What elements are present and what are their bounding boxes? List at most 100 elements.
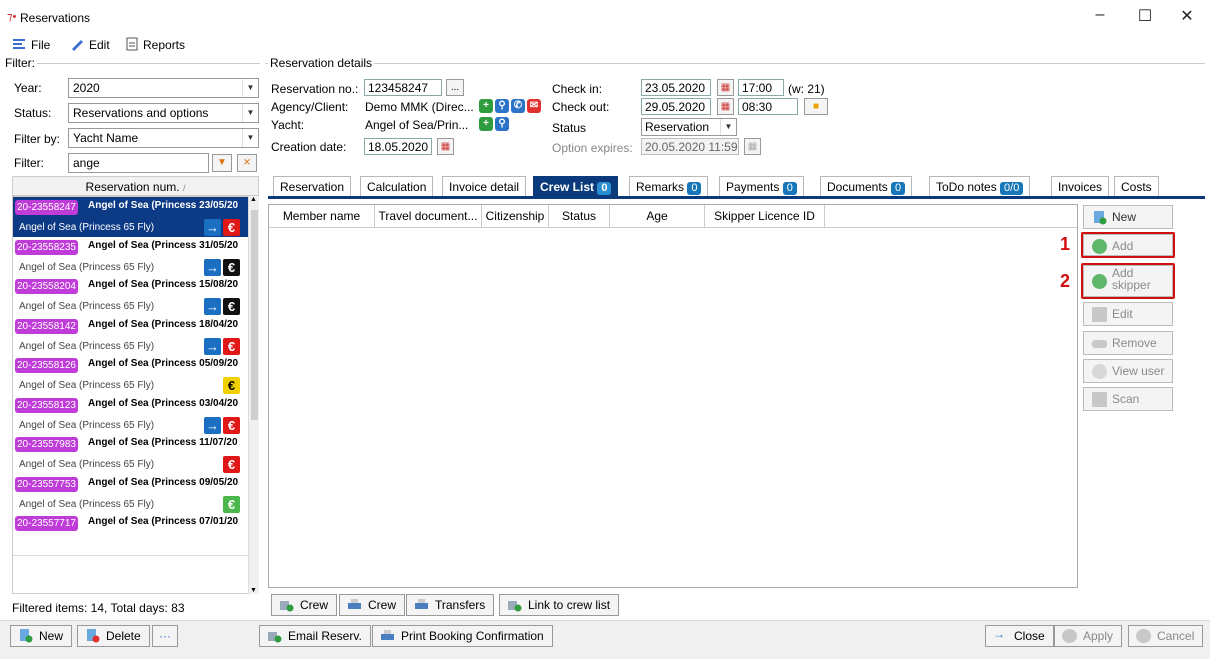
list-item[interactable]: 20-23558123 Angel of Sea (Princess 03/04/… [13, 394, 248, 438]
tab-invoice-detail[interactable]: Invoice detail [442, 176, 527, 197]
calendar-icon[interactable]: ▦ [717, 98, 734, 115]
search-client-icon[interactable]: ⚲ [495, 99, 509, 113]
created-label: Creation date: [271, 140, 347, 154]
reservation-list: 20-23558247 Angel of Sea (Princess 23/05/… [12, 196, 259, 594]
scan-icon [1092, 392, 1107, 407]
reservation-number: 20-23558235 [15, 239, 78, 255]
filterby-select[interactable]: Yacht Name ▼ [68, 128, 259, 148]
list-item[interactable]: 20-23557753 Angel of Sea (Princess 09/05/… [13, 473, 248, 517]
list-header[interactable]: Reservation num. / [12, 176, 259, 196]
tab-remarks[interactable]: Remarks 0 [629, 176, 709, 197]
list-scrollbar[interactable]: ▲ ▼ [248, 196, 259, 594]
link-crew-list-button[interactable]: Link to crew list [499, 594, 620, 616]
filter-input[interactable]: ange [68, 153, 209, 173]
status-select[interactable]: Reservations and options ▼ [68, 103, 259, 123]
transfers-button[interactable]: Transfers [406, 594, 495, 616]
col-status[interactable]: Status [549, 205, 610, 227]
new-doc-icon [1094, 211, 1107, 225]
col-member-name[interactable]: Member name [269, 205, 375, 227]
details-group-label: Reservation details [268, 56, 375, 70]
list-item[interactable]: 20-23558204 Angel of Sea (Princess 15/08/… [13, 276, 248, 319]
calendar-icon[interactable]: ▦ [717, 79, 734, 96]
reservation-number: 20-23558126 [15, 358, 78, 373]
reservation-number: 20-23558142 [15, 318, 78, 334]
agency-value: Demo MMK (Direc... [365, 100, 474, 114]
year-select[interactable]: 2020 ▼ [68, 78, 259, 98]
tab-todo-notes[interactable]: ToDo notes 0/0 [929, 176, 1031, 197]
remove-crew-button[interactable]: Remove [1083, 331, 1173, 355]
list-item[interactable]: 20-23558235 Angel of Sea (Princess 31/05/… [13, 236, 248, 280]
new-crew-button[interactable]: New [1083, 205, 1173, 229]
tab-costs[interactable]: Costs [1114, 176, 1159, 197]
resno-browse-button[interactable]: ... [446, 79, 464, 96]
menu-bar: File Edit Reports [0, 34, 1210, 56]
phone-icon[interactable]: ✆ [511, 99, 525, 113]
reservation-number: 20-23557717 [15, 516, 78, 531]
email-reservation-button[interactable]: Email Reserv. [259, 625, 371, 647]
add-yacht-icon[interactable]: + [479, 117, 493, 131]
more-button[interactable]: ··· [152, 625, 178, 647]
tab-invoices[interactable]: Invoices [1051, 176, 1110, 197]
scan-button[interactable]: Scan [1083, 387, 1173, 411]
minimize-button[interactable]: – [1085, 6, 1115, 28]
menu-edit[interactable]: Edit [89, 38, 110, 52]
checkin-week: (w: 21) [788, 82, 825, 96]
tab-reservation[interactable]: Reservation [273, 176, 352, 197]
close-button[interactable]: → Close [985, 625, 1054, 647]
checkin-time-field[interactable]: 17:00 [738, 79, 784, 96]
new-reservation-button[interactable]: New [10, 625, 73, 647]
maximize-button[interactable]: ☐ [1130, 6, 1160, 28]
created-field[interactable]: 18.05.2020 [364, 138, 432, 155]
tab-documents[interactable]: Documents 0 [820, 176, 913, 197]
chevron-down-icon: ▼ [242, 129, 258, 147]
chevron-down-icon: ▼ [720, 119, 736, 135]
list-item[interactable]: 20-23557717 Angel of Sea (Princess 07/01/… [13, 513, 248, 556]
col-skipper-licence[interactable]: Skipper Licence ID [705, 205, 825, 227]
checkout-label: Check out: [552, 100, 610, 114]
cancel-button[interactable]: Cancel [1128, 625, 1204, 647]
close-window-button[interactable]: ✕ [1172, 6, 1202, 28]
col-citizenship[interactable]: Citizenship [482, 205, 549, 227]
menu-file[interactable]: File [31, 38, 50, 52]
title-bar: ⁊• Reservations – ☐ ✕ [0, 0, 1210, 34]
chevron-down-icon: ▼ [242, 79, 258, 97]
col-travel-document[interactable]: Travel document... [375, 205, 482, 227]
apply-filter-icon[interactable]: ▼ [212, 154, 232, 172]
edit-crew-button[interactable]: Edit [1083, 302, 1173, 326]
view-user-button[interactable]: View user [1083, 359, 1173, 383]
reservation-number: 20-23557983 [15, 437, 78, 452]
crew-print-button[interactable]: Crew [339, 594, 406, 616]
crew-add-button[interactable]: Crew [271, 594, 338, 616]
print-booking-button[interactable]: Print Booking Confirmation [372, 625, 553, 647]
note-icon[interactable]: ■ [804, 98, 828, 115]
list-item[interactable]: 20-23558142 Angel of Sea (Princess 18/04/… [13, 315, 248, 359]
status-detail-select[interactable]: Reservation ▼ [641, 118, 737, 136]
filterby-label: Filter by: [14, 132, 61, 146]
euro-icon: € [223, 456, 240, 473]
list-item[interactable]: 20-23557983 Angel of Sea (Princess 11/07/… [13, 434, 248, 477]
menu-reports[interactable]: Reports [143, 38, 185, 52]
delete-reservation-button[interactable]: Delete [77, 625, 150, 647]
email-icon[interactable]: ✉ [527, 99, 541, 113]
add-client-icon[interactable]: + [479, 99, 493, 113]
tab-calculation[interactable]: Calculation [360, 176, 434, 197]
list-item[interactable]: 20-23558247 Angel of Sea (Princess 23/05/… [13, 197, 248, 240]
edit-icon [1092, 307, 1107, 322]
crew-grid[interactable] [268, 204, 1078, 588]
clear-filter-icon[interactable]: ⨯ [237, 154, 257, 172]
checkout-date-field[interactable]: 29.05.2020 [641, 98, 711, 115]
reservation-title: Angel of Sea (Princess 03/04/20 [88, 397, 239, 409]
resno-field[interactable]: 123458247 [364, 79, 442, 96]
delete-doc-icon [87, 629, 100, 643]
tab-crew-list[interactable]: Crew List 0 [533, 176, 619, 197]
list-item[interactable]: 20-23558126 Angel of Sea (Princess 05/09/… [13, 355, 248, 398]
apply-button[interactable]: Apply [1054, 625, 1123, 647]
tab-payments[interactable]: Payments 0 [719, 176, 804, 197]
resno-label: Reservation no.: [271, 82, 359, 96]
col-age[interactable]: Age [610, 205, 705, 227]
checkin-date-field[interactable]: 23.05.2020 [641, 79, 711, 96]
calendar-icon[interactable]: ▦ [437, 138, 454, 155]
euro-icon: € [223, 495, 240, 513]
search-yacht-icon[interactable]: ⚲ [495, 117, 509, 131]
checkout-time-field[interactable]: 08:30 [738, 98, 798, 115]
